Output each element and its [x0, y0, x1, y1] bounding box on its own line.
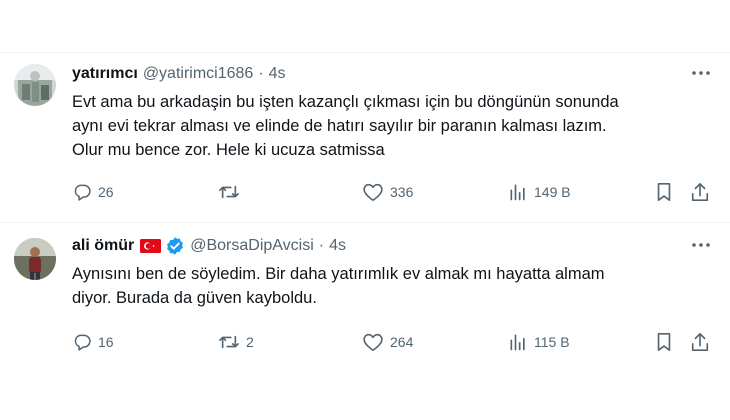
user-handle[interactable]: @yatirimci1686 [143, 64, 254, 84]
views-count: 149 B [534, 184, 571, 200]
avatar[interactable] [14, 238, 56, 280]
more-icon[interactable] [690, 234, 712, 256]
like-button[interactable]: 264 [362, 330, 413, 354]
share-icon [690, 181, 710, 203]
tweet-header: yatırımcı @yatirimci1686 · 4s [72, 64, 286, 84]
tweet-text-line: Evt ama bu arkadaşin bu işten kazançlı ç… [72, 93, 619, 111]
like-count: 264 [390, 334, 414, 350]
views-button[interactable]: 115 B [508, 330, 570, 354]
reply-button[interactable]: 26 [72, 180, 114, 204]
more-icon[interactable] [690, 62, 712, 84]
bookmark-icon [654, 331, 674, 353]
like-button[interactable]: 336 [362, 180, 413, 204]
tweet-text: Evt ama bu arkadaşin bu işten kazançlı ç… [72, 90, 712, 162]
repost-icon [218, 332, 240, 352]
share-icon [690, 331, 710, 353]
timestamp[interactable]: 4s [269, 64, 286, 84]
separator-dot: · [258, 65, 264, 82]
tweet[interactable]: yatırımcı @yatirimci1686 · 4s Evt ama bu… [0, 52, 730, 220]
like-icon [362, 332, 384, 352]
tweet-text-line: diyor. Burada da güven kayboldu. [72, 289, 317, 307]
tweet-header: ali ömür @BorsaDipAvcisi · 4s [72, 236, 346, 256]
divider [0, 222, 730, 223]
tweet[interactable]: ali ömür @BorsaDipAvcisi · 4s Aynısını b… [0, 224, 730, 364]
repost-button[interactable] [218, 180, 246, 204]
tweet-text-line: Olur mu bence zor. Hele ki ucuza satmiss… [72, 141, 385, 159]
views-icon [508, 182, 528, 202]
like-count: 336 [390, 184, 414, 200]
display-name[interactable]: ali ömür [72, 236, 134, 256]
bookmark-icon [654, 181, 674, 203]
verified-badge-icon[interactable] [165, 236, 185, 256]
like-icon [362, 182, 384, 202]
user-handle[interactable]: @BorsaDipAvcisi [190, 236, 314, 256]
display-name[interactable]: yatırımcı [72, 64, 138, 84]
reply-button[interactable]: 16 [72, 330, 114, 354]
views-icon [508, 332, 528, 352]
reply-count: 16 [98, 334, 114, 350]
reply-count: 26 [98, 184, 114, 200]
turkey-flag-icon [140, 239, 162, 253]
bookmark-button[interactable] [654, 330, 674, 354]
tweet-text: Aynısını ben de söyledim. Bir daha yatır… [72, 262, 712, 310]
action-bar: 16 2 264 115 B [72, 330, 720, 354]
reply-icon [72, 332, 92, 352]
repost-icon [218, 182, 240, 202]
timeline: yatırımcı @yatirimci1686 · 4s Evt ama bu… [0, 0, 730, 420]
reply-icon [72, 182, 92, 202]
repost-button[interactable]: 2 [218, 330, 254, 354]
share-button[interactable] [690, 180, 710, 204]
views-button[interactable]: 149 B [508, 180, 571, 204]
tweet-text-line: Aynısını ben de söyledim. Bir daha yatır… [72, 265, 605, 283]
share-button[interactable] [690, 330, 710, 354]
action-bar: 26 336 149 B [72, 180, 720, 204]
tweet-text-line: aynı evi tekrar alması ve elinde de hatı… [72, 117, 607, 135]
views-count: 115 B [534, 334, 570, 350]
timestamp[interactable]: 4s [329, 236, 346, 256]
separator-dot: · [318, 237, 325, 254]
bookmark-button[interactable] [654, 180, 674, 204]
repost-count: 2 [246, 334, 254, 350]
avatar[interactable] [14, 64, 56, 106]
